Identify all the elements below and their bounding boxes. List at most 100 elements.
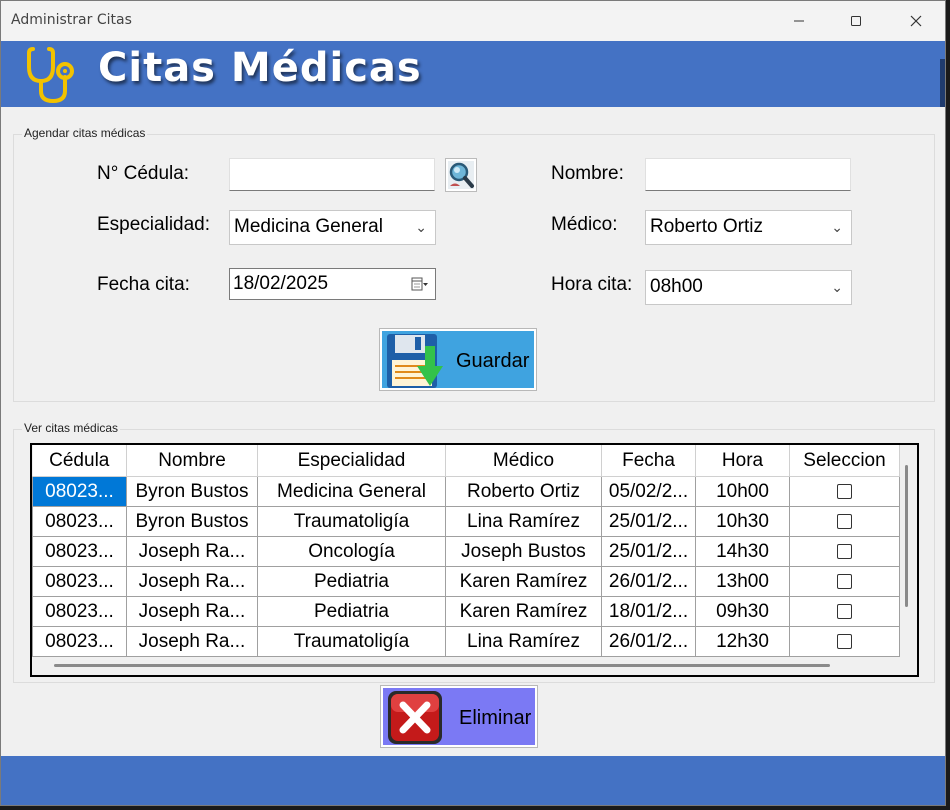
edge-strip xyxy=(940,59,945,107)
cell-medico[interactable]: Karen Ramírez xyxy=(445,596,602,627)
hora-select[interactable]: 08h00 ⌄ xyxy=(645,270,852,305)
cedula-input[interactable] xyxy=(229,158,435,191)
cell-hora[interactable]: 12h30 xyxy=(695,626,790,657)
eliminar-button-face: Eliminar xyxy=(383,688,535,745)
cell-cedula[interactable]: 08023... xyxy=(32,506,127,537)
cell-seleccion[interactable] xyxy=(789,506,900,537)
cell-seleccion[interactable] xyxy=(789,596,900,627)
nombre-input[interactable] xyxy=(645,158,851,191)
cell-nombre[interactable]: Joseph Ra... xyxy=(126,596,258,627)
cedula-label: N° Cédula: xyxy=(97,163,190,184)
cell-nombre[interactable]: Joseph Ra... xyxy=(126,536,258,567)
especialidad-select[interactable]: Medicina General ⌄ xyxy=(229,210,436,245)
cell-nombre[interactable]: Byron Bustos xyxy=(126,506,258,537)
cell-especialidad[interactable]: Traumatoligía xyxy=(257,506,446,537)
hora-label: Hora cita: xyxy=(551,274,633,295)
cell-hora[interactable]: 10h30 xyxy=(695,506,790,537)
save-floppy-icon xyxy=(387,334,443,388)
fecha-datepicker[interactable]: 18/02/2025 xyxy=(229,268,436,300)
cell-cedula[interactable]: 08023... xyxy=(32,566,127,597)
cell-nombre[interactable]: Byron Bustos xyxy=(126,476,258,507)
vertical-scrollbar[interactable] xyxy=(905,465,908,607)
medico-value: Roberto Ortiz xyxy=(650,216,763,237)
app-window: Administrar Citas Citas Médicas Agendar … xyxy=(0,0,946,806)
cell-cedula[interactable]: 08023... xyxy=(32,536,127,567)
appointments-table: Cédula Nombre Especialidad Médico Fecha … xyxy=(32,445,900,657)
cell-hora[interactable]: 09h30 xyxy=(695,596,790,627)
row-checkbox[interactable] xyxy=(837,633,852,649)
cell-hora[interactable]: 10h00 xyxy=(695,476,790,507)
table-row[interactable]: 08023... Byron Bustos Medicina General R… xyxy=(32,476,900,507)
footer-bar xyxy=(1,756,945,805)
cell-hora[interactable]: 14h30 xyxy=(695,536,790,567)
column-header-hora[interactable]: Hora xyxy=(695,445,790,477)
cell-medico[interactable]: Lina Ramírez xyxy=(445,626,602,657)
cell-cedula[interactable]: 08023... xyxy=(32,596,127,627)
cell-seleccion[interactable] xyxy=(789,626,900,657)
minimize-icon xyxy=(794,20,804,22)
column-header-nombre[interactable]: Nombre xyxy=(126,445,258,477)
table-row[interactable]: 08023... Byron Bustos Traumatoligía Lina… xyxy=(32,506,900,537)
especialidad-label: Especialidad: xyxy=(97,214,211,235)
cell-fecha[interactable]: 25/01/2... xyxy=(601,536,696,567)
cell-fecha[interactable]: 26/01/2... xyxy=(601,566,696,597)
guardar-button-face: Guardar xyxy=(382,331,534,388)
maximize-icon xyxy=(851,16,861,26)
cell-cedula[interactable]: 08023... xyxy=(32,476,127,507)
table-row[interactable]: 08023... Joseph Ra... Traumatoligía Lina… xyxy=(32,626,900,657)
eliminar-button[interactable]: Eliminar xyxy=(380,685,538,748)
cell-fecha[interactable]: 05/02/2... xyxy=(601,476,696,507)
row-checkbox[interactable] xyxy=(837,573,852,589)
cell-fecha[interactable]: 26/01/2... xyxy=(601,626,696,657)
cell-medico[interactable]: Roberto Ortiz xyxy=(445,476,602,507)
appointments-grid[interactable]: Cédula Nombre Especialidad Médico Fecha … xyxy=(30,443,919,677)
table-row[interactable]: 08023... Joseph Ra... Pediatria Karen Ra… xyxy=(32,596,900,627)
nombre-label: Nombre: xyxy=(551,163,624,184)
cell-seleccion[interactable] xyxy=(789,566,900,597)
cell-fecha[interactable]: 18/01/2... xyxy=(601,596,696,627)
page-title: Citas Médicas xyxy=(98,45,422,91)
table-header-row: Cédula Nombre Especialidad Médico Fecha … xyxy=(32,445,900,477)
maximize-button[interactable] xyxy=(836,7,876,35)
table-row[interactable]: 08023... Joseph Ra... Pediatria Karen Ra… xyxy=(32,566,900,597)
medico-select[interactable]: Roberto Ortiz ⌄ xyxy=(645,210,852,245)
minimize-button[interactable] xyxy=(779,7,819,35)
row-checkbox[interactable] xyxy=(837,513,852,529)
close-button[interactable] xyxy=(896,7,936,35)
fecha-label: Fecha cita: xyxy=(97,274,190,295)
especialidad-value: Medicina General xyxy=(234,216,383,237)
horizontal-scrollbar[interactable] xyxy=(54,664,830,667)
cell-seleccion[interactable] xyxy=(789,536,900,567)
column-header-seleccion[interactable]: Seleccion xyxy=(789,445,900,477)
table-row[interactable]: 08023... Joseph Ra... Oncología Joseph B… xyxy=(32,536,900,567)
column-header-medico[interactable]: Médico xyxy=(445,445,602,477)
column-header-especialidad[interactable]: Especialidad xyxy=(257,445,446,477)
row-checkbox[interactable] xyxy=(837,603,852,619)
cell-especialidad[interactable]: Pediatria xyxy=(257,566,446,597)
cell-hora[interactable]: 13h00 xyxy=(695,566,790,597)
stethoscope-icon xyxy=(27,47,74,104)
cell-nombre[interactable]: Joseph Ra... xyxy=(126,566,258,597)
cell-especialidad[interactable]: Oncología xyxy=(257,536,446,567)
cell-medico[interactable]: Joseph Bustos xyxy=(445,536,602,567)
cell-especialidad[interactable]: Medicina General xyxy=(257,476,446,507)
cell-medico[interactable]: Karen Ramírez xyxy=(445,566,602,597)
cell-especialidad[interactable]: Pediatria xyxy=(257,596,446,627)
row-checkbox[interactable] xyxy=(837,543,852,559)
chevron-down-icon: ⌄ xyxy=(831,279,843,295)
eliminar-label: Eliminar xyxy=(459,707,532,729)
calendar-dropdown-icon xyxy=(411,277,428,291)
column-header-fecha[interactable]: Fecha xyxy=(601,445,696,477)
row-checkbox[interactable] xyxy=(837,483,852,499)
delete-x-icon xyxy=(388,691,442,744)
column-header-cedula[interactable]: Cédula xyxy=(32,445,127,477)
fecha-value: 18/02/2025 xyxy=(233,273,329,294)
guardar-button[interactable]: Guardar xyxy=(379,328,537,391)
search-button[interactable] xyxy=(445,158,477,192)
cell-cedula[interactable]: 08023... xyxy=(32,626,127,657)
cell-fecha[interactable]: 25/01/2... xyxy=(601,506,696,537)
cell-seleccion[interactable] xyxy=(789,476,900,507)
cell-especialidad[interactable]: Traumatoligía xyxy=(257,626,446,657)
cell-nombre[interactable]: Joseph Ra... xyxy=(126,626,258,657)
cell-medico[interactable]: Lina Ramírez xyxy=(445,506,602,537)
